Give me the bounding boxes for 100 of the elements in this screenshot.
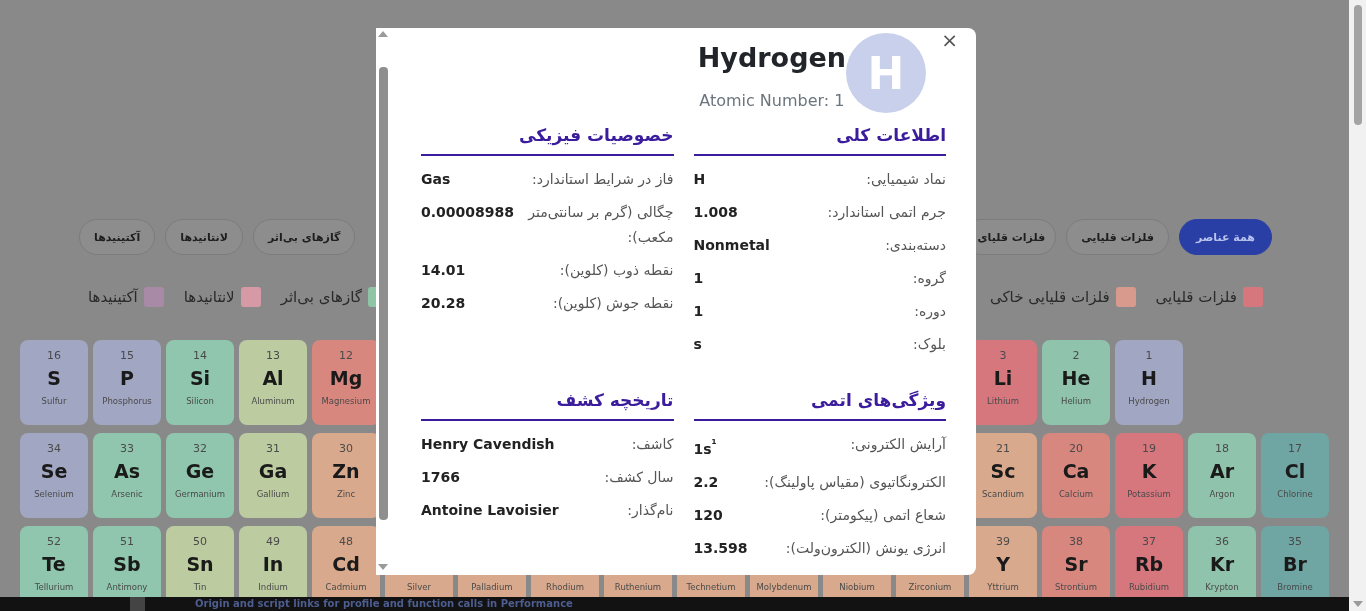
- element-name: Technetium: [686, 581, 736, 594]
- atomic-number: 36: [1215, 534, 1229, 550]
- property-value: Nonmetal: [693, 236, 770, 255]
- property-value: 1766: [421, 468, 460, 487]
- section-heading: خصوصیات فیزیکی: [518, 124, 674, 148]
- atomic-number: 30: [339, 441, 353, 457]
- property-value: H: [693, 170, 706, 189]
- property-value: 13.598: [693, 538, 748, 558]
- element-name: Strontium: [1055, 581, 1097, 594]
- filter-chip[interactable]: گازهای بی‌اثر: [252, 219, 356, 255]
- property-label: کاشف:: [631, 435, 674, 454]
- section-heading: اطلاعات کلی: [836, 124, 946, 147]
- atomic-number: 31: [266, 441, 280, 457]
- legend-label: فلزات قلیایی: [1155, 288, 1237, 306]
- element-card[interactable]: 32 Ge Germanium: [166, 433, 234, 518]
- filter-chip[interactable]: لانتانیدها: [165, 219, 243, 255]
- atomic-number: 50: [193, 534, 207, 550]
- element-symbol: Cd: [332, 552, 360, 577]
- element-symbol: Al: [262, 366, 284, 391]
- element-name: Tin: [193, 581, 207, 594]
- element-symbol: Zn: [332, 459, 360, 484]
- element-card[interactable]: 13 Al Aluminum: [239, 340, 307, 425]
- filter-chip[interactable]: آکتینیدها: [79, 219, 156, 255]
- atomic-number: 18: [1215, 441, 1229, 457]
- property-label: نماد شیمیایی:: [866, 170, 946, 189]
- element-name: Cadmium: [325, 581, 367, 594]
- element-card[interactable]: 14 Si Silicon: [166, 340, 234, 425]
- property-value: 1: [693, 269, 704, 288]
- property-label: فاز در شرایط استاندارد:: [531, 170, 674, 190]
- property-value: 120: [693, 505, 723, 525]
- scroll-down-icon[interactable]: [1353, 601, 1363, 607]
- close-button[interactable]: ×: [939, 30, 960, 50]
- element-name: Aluminum: [251, 395, 295, 408]
- element-symbol: Y: [996, 552, 1010, 577]
- filter-chip[interactable]: همة عناصر: [1178, 219, 1272, 255]
- property-label: نقطه ذوب (کلوین):: [559, 261, 674, 281]
- element-symbol: Kr: [1209, 552, 1235, 577]
- property-label: الکترونگاتیوی (مقیاس پاولینگ):: [764, 472, 946, 493]
- element-symbol: As: [114, 459, 140, 484]
- element-card[interactable]: 2 He Helium: [1042, 340, 1110, 425]
- element-name: Selenium: [34, 488, 74, 501]
- property-value: 1: [693, 302, 704, 321]
- element-card[interactable]: 31 Ga Gallium: [239, 433, 307, 518]
- atomic-number: 37: [1142, 534, 1156, 550]
- element-card[interactable]: 16 S Sulfur: [20, 340, 88, 425]
- element-card[interactable]: 15 P Phosphorus: [93, 340, 161, 425]
- element-symbol: Cl: [1284, 459, 1306, 484]
- element-card[interactable]: 17 Cl Chlorine: [1261, 433, 1329, 518]
- dialog-title: Hydrogen: [697, 41, 846, 75]
- element-symbol: Se: [40, 459, 68, 484]
- element-symbol: Sn: [186, 552, 214, 577]
- element-name: Argon: [1209, 488, 1235, 501]
- element-symbol: Sb: [113, 552, 141, 577]
- filter-chip[interactable]: فلزات قلیایی: [1066, 219, 1169, 255]
- property-label: جرم اتمی استاندارد:: [827, 203, 946, 223]
- atomic-number: 51: [120, 534, 134, 550]
- element-card[interactable]: 33 As Arsenic: [93, 433, 161, 518]
- element-name: Germanium: [174, 488, 226, 501]
- element-symbol: P: [120, 366, 134, 391]
- element-symbol: Sc: [990, 459, 1016, 484]
- scroll-down-icon[interactable]: [378, 564, 388, 570]
- element-name: Antimony: [106, 581, 148, 594]
- atomic-number: 38: [1069, 534, 1083, 550]
- element-name: Molybdenum: [756, 581, 812, 594]
- atomic-number: 35: [1288, 534, 1302, 550]
- element-symbol: S: [47, 366, 61, 391]
- property-value: 14.01: [421, 261, 466, 280]
- element-name: Rhodium: [546, 581, 584, 594]
- element-name: Rubidium: [1128, 581, 1170, 594]
- atomic-number: 16: [47, 348, 61, 364]
- legend-label: فلزات قلیایی خاکی: [989, 288, 1110, 306]
- property-label: نام‌گذار:: [627, 501, 674, 520]
- element-symbol: Li: [993, 366, 1013, 391]
- element-card[interactable]: 34 Se Selenium: [20, 433, 88, 518]
- element-name: Bromine: [1277, 581, 1313, 594]
- element-card[interactable]: 19 K Potassium: [1115, 433, 1183, 518]
- element-name: Tellurium: [34, 581, 74, 594]
- element-symbol: Ge: [185, 459, 215, 484]
- scrollbar-thumb[interactable]: [1354, 5, 1362, 125]
- property-label: چگالی (گرم بر سانتی‌متر مکعب):: [526, 203, 674, 247]
- element-symbol: K: [1141, 459, 1157, 484]
- property-label: نقطه جوش (کلوین):: [552, 294, 674, 314]
- property-label: دوره:: [914, 302, 946, 322]
- property-value: 1.008: [693, 203, 738, 222]
- element-symbol: Ca: [1062, 459, 1090, 484]
- element-card[interactable]: 1 H Hydrogen: [1115, 340, 1183, 425]
- scroll-up-icon[interactable]: [378, 31, 388, 37]
- element-name: Yttrium: [987, 581, 1019, 594]
- element-card[interactable]: 20 Ca Calcium: [1042, 433, 1110, 518]
- property-label: آرایش الکترونی:: [850, 435, 946, 455]
- section-heading: ویژگی‌های اتمی: [810, 389, 946, 413]
- element-symbol: Ar: [1209, 459, 1235, 484]
- scrollbar-thumb[interactable]: [379, 67, 388, 520]
- atomic-number: 34: [47, 441, 61, 457]
- atomic-number: 14: [193, 348, 207, 364]
- element-symbol: Mg: [329, 366, 363, 391]
- element-name: Hydrogen: [1128, 395, 1170, 408]
- element-symbol: Ga: [258, 459, 288, 484]
- element-symbol: Si: [189, 366, 211, 391]
- element-card[interactable]: 18 Ar Argon: [1188, 433, 1256, 518]
